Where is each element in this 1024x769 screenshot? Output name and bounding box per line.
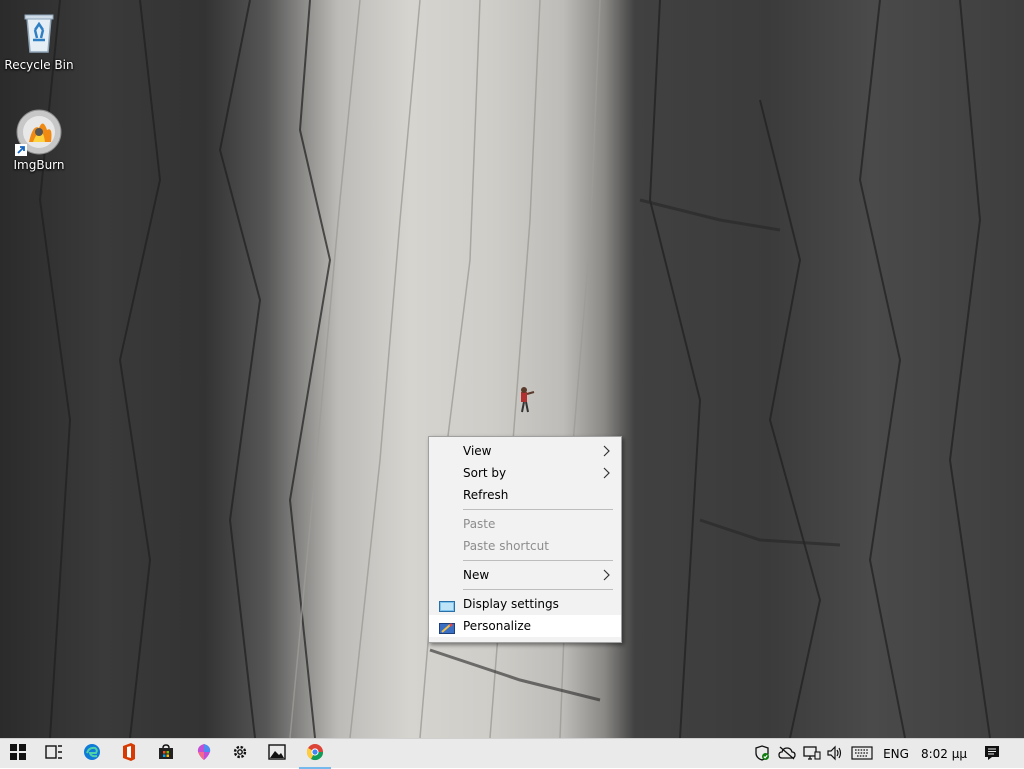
recycle-bin-shortcut[interactable]: Recycle Bin — [1, 8, 77, 72]
clock-time: 8:02 μμ — [920, 747, 968, 761]
paint-3d-taskbar-button[interactable] — [186, 739, 222, 769]
menu-item-personalize[interactable]: Personalize — [429, 615, 621, 637]
shortcut-arrow-icon — [15, 144, 27, 156]
store-taskbar-button[interactable] — [148, 739, 184, 769]
menu-separator — [463, 509, 613, 510]
photos-taskbar-button[interactable] — [259, 739, 295, 769]
imgburn-label: ImgBurn — [13, 158, 65, 172]
notification-icon — [984, 745, 1000, 764]
chevron-right-icon — [603, 564, 611, 593]
task-view-icon — [45, 744, 63, 764]
photos-icon — [268, 744, 286, 764]
menu-item-label: Refresh — [463, 488, 509, 502]
task-view-button[interactable] — [36, 739, 72, 769]
recycle-bin-label: Recycle Bin — [4, 58, 74, 72]
menu-item-label: Paste — [463, 517, 496, 531]
imgburn-shortcut[interactable]: ImgBurn — [1, 108, 77, 172]
climber-figure — [521, 387, 535, 413]
menu-item-sort-by[interactable]: Sort by — [429, 462, 621, 484]
edge-icon — [83, 743, 101, 765]
edge-taskbar-button[interactable] — [74, 739, 110, 769]
menu-item-label: Sort by — [463, 466, 507, 480]
menu-item-label: Display settings — [463, 597, 559, 611]
language-indicator: ENG — [883, 747, 909, 761]
speaker-volume-icon — [827, 745, 845, 764]
desktop-context-menu: View Sort by Refresh Paste Paste shortcu… — [428, 436, 622, 643]
touch-keyboard-tray-button[interactable] — [849, 739, 875, 769]
network-tray-button[interactable] — [800, 739, 824, 769]
display-icon — [439, 598, 455, 612]
menu-item-new[interactable]: New — [429, 564, 621, 586]
menu-item-paste: Paste — [429, 513, 621, 535]
shield-check-icon — [754, 744, 770, 764]
cloud-sync-tray-button[interactable] — [775, 739, 799, 769]
settings-taskbar-button[interactable] — [222, 739, 258, 769]
keyboard-icon — [851, 745, 873, 763]
menu-item-view[interactable]: View — [429, 440, 621, 462]
chrome-icon — [306, 743, 324, 765]
menu-item-paste-shortcut: Paste shortcut — [429, 535, 621, 557]
clock-button[interactable]: 8:02 μμ — [917, 739, 971, 769]
windows-start-icon — [10, 744, 26, 764]
taskbar: ENG 8:02 μμ — [0, 738, 1024, 769]
menu-item-label: Personalize — [463, 619, 532, 633]
menu-separator — [463, 560, 613, 561]
personalize-icon — [439, 620, 455, 634]
menu-item-refresh[interactable]: Refresh — [429, 484, 621, 506]
action-center-button[interactable] — [978, 739, 1006, 769]
volume-tray-button[interactable] — [824, 739, 848, 769]
cloud-offline-icon — [778, 746, 796, 763]
imgburn-icon — [15, 108, 63, 156]
menu-item-label: View — [463, 444, 492, 458]
start-button[interactable] — [0, 739, 36, 769]
windows-security-tray-button[interactable] — [750, 739, 774, 769]
settings-gear-icon — [232, 744, 248, 764]
input-language-button[interactable]: ENG — [879, 739, 913, 769]
network-ethernet-icon — [803, 745, 821, 764]
office-icon — [121, 743, 137, 765]
menu-item-label: Paste shortcut — [463, 539, 549, 553]
menu-item-display-settings[interactable]: Display settings — [429, 593, 621, 615]
chrome-taskbar-button[interactable] — [297, 739, 333, 769]
paint-3d-icon — [196, 743, 212, 765]
menu-item-label: New — [463, 568, 490, 582]
store-icon — [158, 744, 174, 764]
recycle-bin-icon — [15, 8, 63, 56]
office-taskbar-button[interactable] — [111, 739, 147, 769]
menu-separator — [463, 589, 613, 590]
